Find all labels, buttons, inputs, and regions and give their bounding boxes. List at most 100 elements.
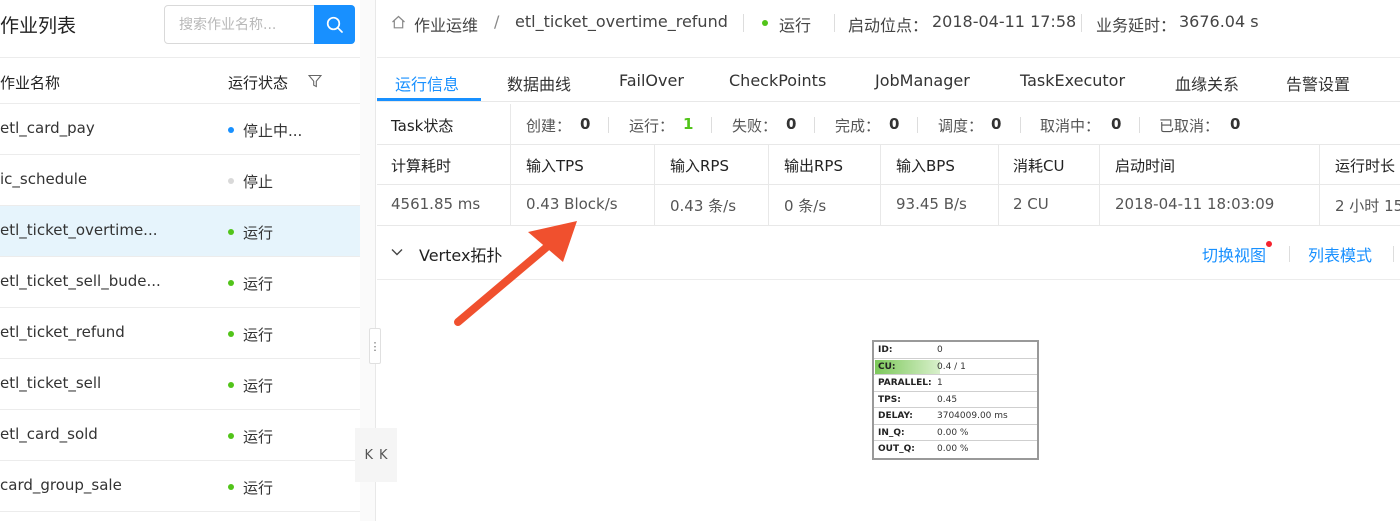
- status-dot: [228, 483, 234, 490]
- metrics-value-cell: 93.45 B/s: [896, 195, 967, 213]
- divider: [711, 117, 712, 133]
- status-dot: [228, 228, 234, 235]
- job-list-item[interactable]: ic_schedule 停止: [0, 155, 360, 206]
- metrics-value-row: 4561.85 ms 0.43 Block/s 0.43 条/s 0 条/s 9…: [377, 185, 1400, 225]
- job-list-item[interactable]: etl_card_pay 停止中...: [0, 104, 360, 155]
- job-status: 运行: [228, 273, 273, 294]
- tab-failover[interactable]: FailOver: [619, 71, 684, 90]
- breadcrumb-section[interactable]: 作业运维: [414, 12, 478, 36]
- divider: [1393, 246, 1394, 262]
- job-status-label: 运行: [243, 479, 274, 497]
- job-name: etl_ticket_sell: [0, 374, 102, 392]
- job-name: etl_card_pay: [0, 119, 95, 137]
- chevron-down-icon[interactable]: [391, 248, 403, 256]
- node-row: PARALLEL: 1: [874, 375, 1037, 392]
- job-status-label: 运行: [243, 377, 274, 395]
- node-value: 1: [937, 378, 943, 388]
- job-status-label: 运行: [243, 326, 274, 344]
- node-key: CU:: [878, 361, 896, 372]
- node-key: IN_Q:: [878, 427, 905, 438]
- active-tab-indicator: [377, 98, 481, 101]
- job-list-item[interactable]: etl_card_sold 运行: [0, 410, 360, 461]
- node-row: IN_Q: 0.00 %: [874, 425, 1037, 441]
- status-dot: [228, 126, 234, 133]
- status-dot: [228, 330, 234, 337]
- job-name: etl_ticket_sell_bude...: [0, 272, 161, 290]
- job-name: etl_ticket_refund: [0, 323, 125, 341]
- job-name: card_group_sale: [0, 476, 122, 494]
- task-count-label: 创建：: [526, 117, 572, 135]
- task-count-cancelled: 0: [1230, 115, 1241, 133]
- status-dot: [228, 381, 234, 388]
- home-icon[interactable]: [391, 15, 406, 29]
- vertex-node[interactable]: ID: 0 CU: 0.4 / 1 PARALLEL: 1 TPS: 0.45: [872, 340, 1039, 460]
- metrics-header-row: 计算耗时 输入TPS 输入RPS 输出RPS 输入BPS 消耗CU 启动时间 运…: [377, 145, 1400, 185]
- breadcrumb-job-name: etl_ticket_overtime_refund: [515, 12, 728, 31]
- tab-alert-settings[interactable]: 告警设置: [1286, 71, 1350, 95]
- search-input[interactable]: [165, 6, 315, 43]
- metrics-header-cell: 计算耗时: [391, 157, 452, 175]
- task-count-cancelling: 0: [1111, 115, 1122, 133]
- metrics-header-cell: 输入BPS: [896, 157, 955, 175]
- tab-checkpoints[interactable]: CheckPoints: [729, 71, 826, 90]
- divider: [510, 145, 511, 226]
- divider: [510, 104, 511, 145]
- switch-view-link[interactable]: 切换视图: [1202, 242, 1266, 266]
- job-list-item[interactable]: etl_ticket_refund 运行: [0, 308, 360, 359]
- job-name: etl_ticket_overtime...: [0, 221, 158, 239]
- metrics-header-cell: 消耗CU: [1013, 157, 1065, 175]
- job-status-label: 运行: [243, 224, 274, 242]
- task-status-label: Task状态: [391, 117, 454, 135]
- job-status: 运行: [779, 16, 812, 35]
- node-row: ID: 0: [874, 342, 1037, 359]
- job-status-label: 运行: [243, 275, 274, 293]
- app-root: 作业列表 作业名称 运行状态 etl_card_pay 停止中... ic_sche…: [0, 0, 1400, 521]
- tab-run-info[interactable]: 运行信息: [395, 71, 459, 95]
- status-dot: [228, 279, 234, 286]
- metrics-header-cell: 输入TPS: [526, 157, 584, 175]
- task-count-label: 完成：: [835, 117, 881, 135]
- task-count-label: 失败：: [732, 117, 778, 135]
- list-mode-link[interactable]: 列表模式: [1308, 242, 1372, 266]
- filter-icon[interactable]: [308, 74, 322, 88]
- start-position-label: 启动位点：: [848, 16, 929, 35]
- job-name: ic_schedule: [0, 170, 88, 188]
- job-list: etl_card_pay 停止中... ic_schedule 停止 etl_ticke…: [0, 104, 360, 512]
- job-list-item[interactable]: card_group_sale 运行: [0, 461, 360, 512]
- metrics-value-cell: 2 CU: [1013, 195, 1049, 213]
- job-list-item[interactable]: etl_ticket_sell 运行: [0, 359, 360, 410]
- divider: [1289, 246, 1290, 262]
- column-header-name: 作业名称: [0, 74, 61, 92]
- node-value: 3704009.00 ms: [937, 411, 1008, 421]
- divider: [743, 14, 744, 32]
- search-button[interactable]: [314, 5, 355, 44]
- collapse-icon: K: [364, 447, 373, 463]
- job-table-header: 作业名称 运行状态: [0, 57, 360, 104]
- business-delay-value: 3676.04 s: [1179, 12, 1259, 31]
- status-dot: [762, 20, 768, 26]
- task-count-label: 已取消：: [1159, 117, 1220, 135]
- node-key: TPS:: [878, 394, 901, 405]
- job-status-label: 运行: [243, 428, 274, 446]
- divider: [998, 145, 999, 226]
- metrics-value-cell: 2 小时 15: [1335, 197, 1400, 215]
- tab-jobmanager[interactable]: JobManager: [875, 71, 970, 90]
- vertex-topology-canvas: ID: 0 CU: 0.4 / 1 PARALLEL: 1 TPS: 0.45: [377, 281, 1400, 521]
- tab-data-curve[interactable]: 数据曲线: [507, 71, 571, 95]
- column-header-status: 运行状态: [228, 74, 289, 92]
- metrics-table: 计算耗时 输入TPS 输入RPS 输出RPS 输入BPS 消耗CU 启动时间 运…: [377, 145, 1400, 226]
- tab-lineage[interactable]: 血缘关系: [1175, 71, 1239, 95]
- task-count-running: 1: [683, 115, 694, 133]
- divider: [1081, 14, 1082, 32]
- tab-taskexecutor[interactable]: TaskExecutor: [1020, 71, 1125, 90]
- search-icon: [326, 16, 343, 33]
- job-list-item[interactable]: etl_ticket_sell_bude... 运行: [0, 257, 360, 308]
- task-status-row: Task状态 创建： 0 运行： 1 失败： 0 完成： 0 调度： 0 取消中…: [377, 104, 1400, 145]
- task-count-created: 0: [580, 115, 591, 133]
- job-list-item[interactable]: etl_ticket_overtime... 运行: [0, 206, 360, 257]
- job-name: etl_card_sold: [0, 425, 98, 443]
- task-count-label: 取消中：: [1040, 117, 1101, 135]
- panel-title: 作业列表: [0, 15, 77, 37]
- node-value: 0.00 %: [937, 444, 969, 454]
- job-status: 运行: [228, 426, 273, 447]
